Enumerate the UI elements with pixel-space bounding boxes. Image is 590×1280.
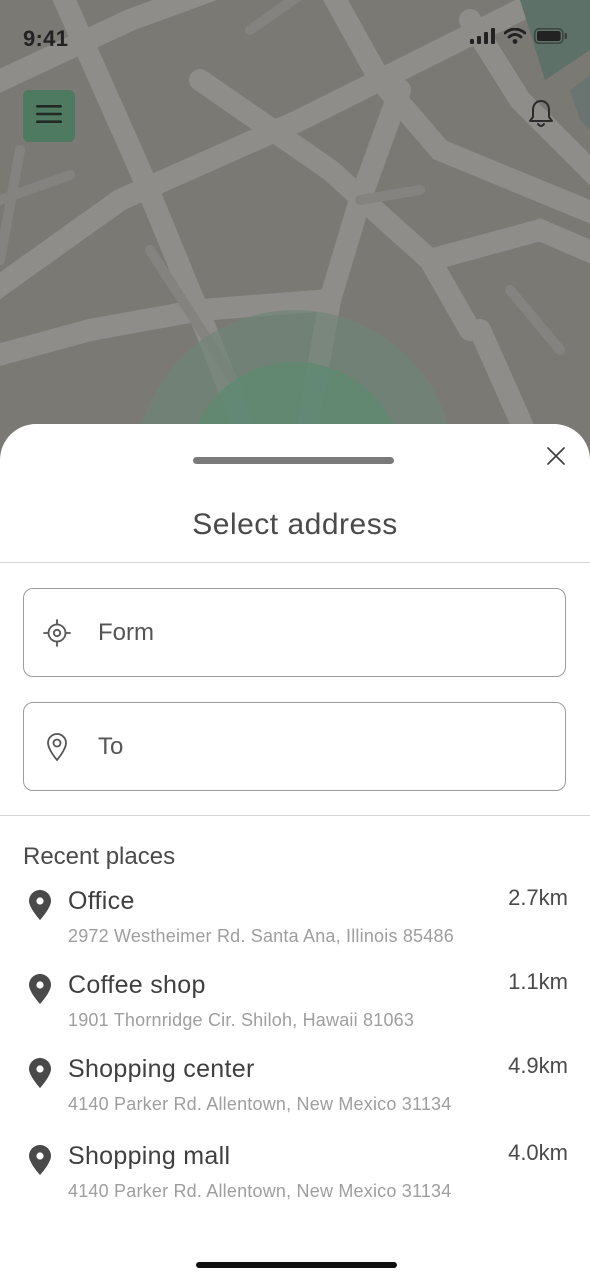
location-pin-icon bbox=[27, 973, 53, 1005]
menu-icon bbox=[36, 104, 62, 129]
location-pin-icon bbox=[27, 1144, 53, 1176]
place-distance: 4.9km bbox=[508, 1053, 568, 1078]
sheet-title: Select address bbox=[192, 508, 398, 541]
to-field[interactable] bbox=[23, 702, 566, 791]
recent-place-coffee-shop[interactable]: Coffee shop 1901 Thornridge Cir. Shiloh,… bbox=[23, 969, 568, 1039]
cellular-signal-icon bbox=[470, 28, 496, 49]
wifi-icon bbox=[503, 27, 527, 49]
status-bar: 9:41 bbox=[0, 0, 590, 80]
place-name: Coffee shop bbox=[68, 971, 206, 999]
place-address: 4140 Parker Rd. Allentown, New Mexico 31… bbox=[68, 1181, 452, 1201]
place-distance: 1.1km bbox=[508, 969, 568, 994]
place-address: 2972 Westheimer Rd. Santa Ana, Illinois … bbox=[68, 926, 454, 946]
from-field[interactable] bbox=[23, 588, 566, 677]
recent-places-heading: Recent places bbox=[23, 843, 176, 870]
from-input[interactable] bbox=[98, 618, 518, 647]
close-icon bbox=[546, 446, 566, 471]
place-distance: 2.7km bbox=[508, 885, 568, 910]
notifications-button[interactable] bbox=[526, 99, 556, 134]
to-input[interactable] bbox=[98, 732, 518, 761]
divider bbox=[0, 815, 590, 816]
battery-icon bbox=[534, 28, 568, 49]
status-time: 9:41 bbox=[23, 26, 69, 51]
place-name: Shopping mall bbox=[68, 1142, 231, 1170]
place-distance: 4.0km bbox=[508, 1140, 568, 1165]
home-indicator[interactable] bbox=[196, 1262, 397, 1268]
place-address: 1901 Thornridge Cir. Shiloh, Hawaii 8106… bbox=[68, 1010, 415, 1030]
status-icons bbox=[470, 27, 568, 49]
place-name: Shopping center bbox=[68, 1055, 255, 1083]
divider bbox=[0, 562, 590, 563]
location-pin-icon bbox=[27, 1057, 53, 1089]
drag-handle[interactable] bbox=[193, 457, 394, 464]
location-pin-icon bbox=[27, 889, 53, 921]
place-name: Office bbox=[68, 887, 135, 915]
recent-place-shopping-center[interactable]: Shopping center 4140 Parker Rd. Allentow… bbox=[23, 1053, 568, 1123]
close-button[interactable] bbox=[544, 446, 568, 470]
crosshair-icon bbox=[42, 618, 72, 648]
place-address: 4140 Parker Rd. Allentown, New Mexico 31… bbox=[68, 1094, 452, 1114]
select-address-sheet: Select address Recent places bbox=[0, 424, 590, 1280]
location-pin-outline-icon bbox=[42, 732, 72, 762]
bell-icon bbox=[528, 99, 554, 134]
recent-place-shopping-mall[interactable]: Shopping mall 4140 Parker Rd. Allentown,… bbox=[23, 1140, 568, 1210]
menu-button[interactable] bbox=[23, 90, 75, 142]
recent-place-office[interactable]: Office 2972 Westheimer Rd. Santa Ana, Il… bbox=[23, 885, 568, 955]
